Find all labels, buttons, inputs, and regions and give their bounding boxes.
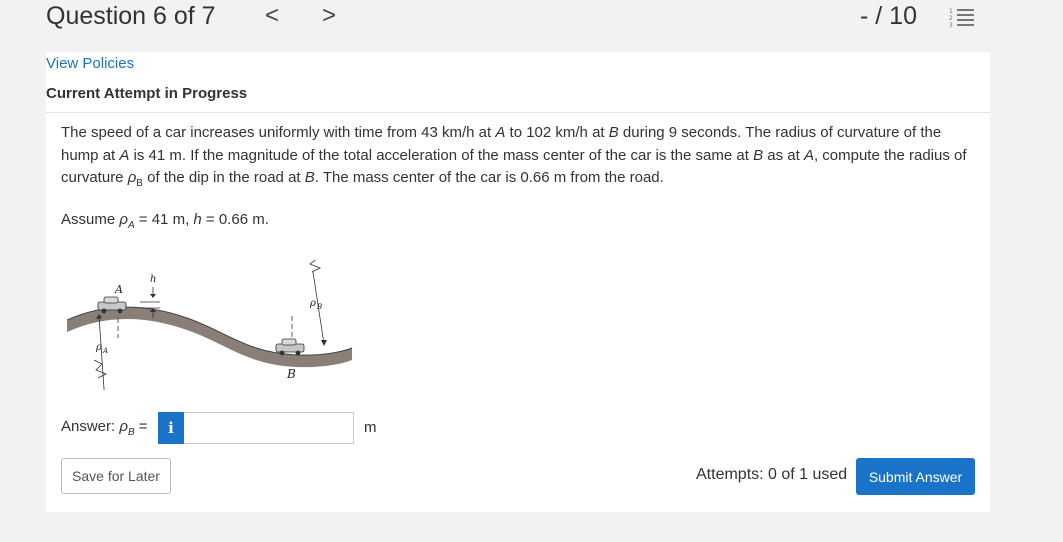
save-for-later-button[interactable]: Save for Later: [61, 458, 171, 494]
svg-text:2: 2: [949, 15, 953, 22]
label-b: B: [286, 367, 296, 381]
top-bar: Question 6 of 7 < > - / 10 1 2 3: [0, 0, 1063, 36]
previous-question-button[interactable]: <: [265, 2, 279, 30]
label-rho-a-sub: A: [102, 347, 108, 355]
divider: [46, 112, 990, 113]
answer-input[interactable]: [184, 412, 354, 444]
road-curvature-diagram: A h ρ A ρ B B: [66, 260, 353, 390]
label-a: A: [114, 283, 123, 296]
attempts-counter: Attempts: 0 of 1 used: [696, 466, 848, 483]
answer-unit: m: [364, 419, 377, 436]
question-title: Question 6 of 7: [46, 2, 216, 30]
label-rho-b: ρ: [309, 298, 316, 309]
numbered-list-icon[interactable]: 1 2 3: [948, 6, 976, 30]
question-score: - / 10: [860, 2, 917, 30]
road-surface: [67, 307, 352, 368]
submit-answer-button[interactable]: Submit Answer: [856, 458, 975, 495]
answer-label: Answer: ρB =: [61, 418, 148, 438]
label-h: h: [150, 274, 156, 285]
info-icon[interactable]: i: [158, 412, 184, 444]
view-policies-link[interactable]: View Policies: [46, 55, 134, 72]
current-attempt-heading: Current Attempt in Progress: [46, 85, 248, 102]
next-question-button[interactable]: >: [322, 2, 336, 30]
question-panel: View Policies Current Attempt in Progres…: [46, 52, 990, 512]
problem-statement: The speed of a car increases uniformly w…: [61, 124, 967, 189]
label-rho-b-sub: B: [316, 303, 322, 311]
svg-text:3: 3: [949, 22, 953, 29]
svg-text:1: 1: [949, 8, 953, 15]
assumption-text: Assume ρA = 41 m, h = 0.66 m.: [61, 211, 269, 231]
car-b-icon: [275, 338, 305, 356]
label-rho-a: ρ: [95, 342, 102, 353]
